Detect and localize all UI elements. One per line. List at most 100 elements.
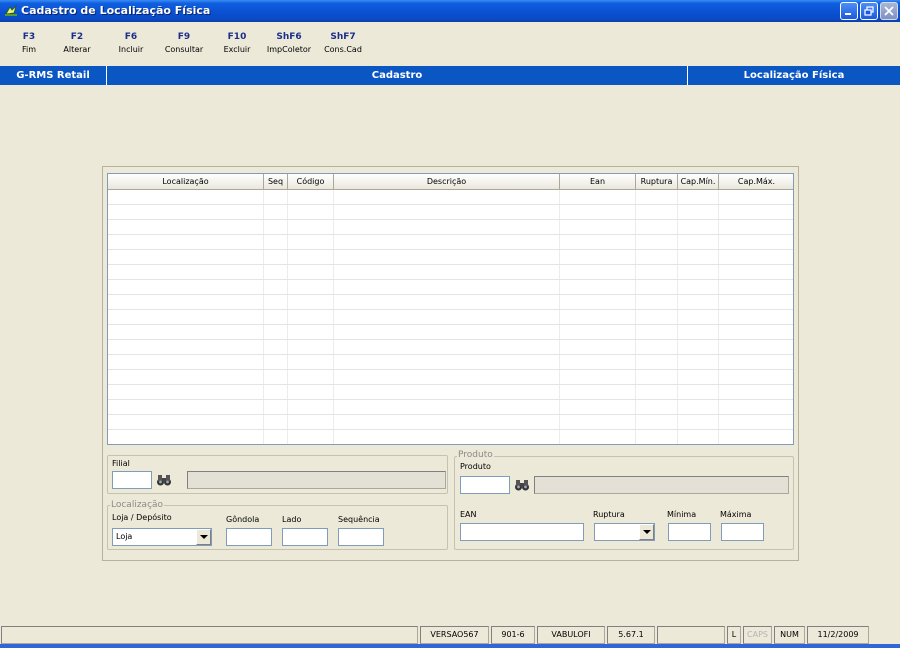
ean-label: EAN [460, 510, 477, 519]
toolbar-key: F9 [177, 32, 191, 42]
gondola-input[interactable] [226, 528, 272, 546]
main-panel: Localização Seq Código Descrição Ean Rup… [102, 166, 799, 561]
column-header-ean[interactable]: Ean [560, 174, 636, 190]
toolbar-label: Cons.Cad [324, 45, 362, 54]
minima-input[interactable] [668, 523, 711, 541]
lado-input[interactable] [282, 528, 328, 546]
toolbar-button-alterar[interactable]: F2 Alterar [60, 31, 94, 55]
column-header-codigo[interactable]: Código [288, 174, 334, 190]
produto-input[interactable] [460, 476, 510, 494]
status-version: VERSAO567 [420, 626, 489, 644]
loja-deposito-select[interactable]: Loja [112, 528, 212, 546]
close-button[interactable] [880, 2, 898, 20]
status-caps: CAPS [743, 626, 772, 644]
table-row[interactable] [108, 265, 793, 280]
toolbar-key: F3 [22, 32, 36, 42]
column-header-seq[interactable]: Seq [264, 174, 288, 190]
sequencia-input[interactable] [338, 528, 384, 546]
sequencia-label: Sequência [338, 515, 380, 524]
table-row[interactable] [108, 325, 793, 340]
table-row[interactable] [108, 370, 793, 385]
toolbar-key: ShF6 [276, 32, 302, 42]
status-empty [657, 626, 725, 644]
column-header-ruptura[interactable]: Ruptura [636, 174, 678, 190]
column-header-cap-max[interactable]: Cap.Máx. [719, 174, 793, 190]
table-row[interactable] [108, 235, 793, 250]
restore-button[interactable] [860, 2, 878, 20]
table-row[interactable] [108, 355, 793, 370]
toolbar-key: F2 [70, 32, 84, 42]
table-row[interactable] [108, 415, 793, 430]
table-row[interactable] [108, 280, 793, 295]
window-title: Cadastro de Localização Física [21, 4, 211, 17]
restore-icon [864, 6, 874, 16]
gondola-label: Gôndola [226, 515, 260, 524]
title-bar: Cadastro de Localização Física [0, 0, 900, 22]
screen-name: Localização Física [743, 70, 845, 81]
status-user: VABULOFI [537, 626, 605, 644]
function-key-toolbar: F3 Fim F2 Alterar F6 Incluir F9 Consulta… [0, 22, 900, 66]
chevron-down-icon [643, 530, 651, 534]
toolbar-key: F10 [227, 32, 247, 42]
filial-input[interactable] [112, 471, 152, 489]
filial-description-field [187, 471, 446, 489]
toolbar-button-incluir[interactable]: F6 Incluir [114, 31, 148, 55]
toolbar-key: ShF7 [330, 32, 356, 42]
status-l: L [727, 626, 741, 644]
column-header-cap-min[interactable]: Cap.Mín. [678, 174, 719, 190]
table-row[interactable] [108, 400, 793, 415]
table-row[interactable] [108, 205, 793, 220]
toolbar-button-fim[interactable]: F3 Fim [12, 31, 46, 55]
status-message [1, 626, 418, 644]
dropdown-button[interactable] [196, 529, 211, 545]
toolbar-button-excluir[interactable]: F10 Excluir [218, 31, 256, 55]
minimize-button[interactable] [840, 2, 858, 20]
table-row[interactable] [108, 190, 793, 205]
loja-deposito-value: Loja [116, 532, 133, 541]
minima-label: Mínima [667, 510, 697, 519]
table-row[interactable] [108, 220, 793, 235]
table-row[interactable] [108, 295, 793, 310]
table-row[interactable] [108, 430, 793, 444]
lado-label: Lado [282, 515, 302, 524]
column-header-localizacao[interactable]: Localização [108, 174, 264, 190]
minimize-icon [845, 13, 851, 15]
filial-search-binoculars-icon[interactable] [155, 471, 173, 489]
ruptura-select[interactable] [594, 523, 655, 541]
section-name: Cadastro [371, 70, 423, 81]
maxima-input[interactable] [721, 523, 764, 541]
status-date: 11/2/2009 [807, 626, 869, 644]
toolbar-label: Alterar [63, 45, 91, 54]
taskbar-edge [0, 644, 900, 648]
toolbar-label: ImpColetor [266, 45, 312, 54]
chevron-down-icon [200, 535, 208, 539]
status-code: 901-6 [491, 626, 535, 644]
ean-input[interactable] [460, 523, 584, 541]
produto-legend: Produto [457, 450, 494, 460]
toolbar-label: Consultar [164, 45, 204, 54]
close-icon [884, 6, 894, 16]
toolbar-key: F6 [124, 32, 138, 42]
maxima-label: Máxima [720, 510, 752, 519]
app-name: G-RMS Retail [16, 70, 90, 81]
produto-description-field [534, 476, 789, 494]
produto-search-binoculars-icon[interactable] [513, 476, 531, 494]
header-band: G-RMS Retail Cadastro Localização Física [0, 66, 900, 85]
toolbar-button-consultar[interactable]: F9 Consultar [160, 31, 208, 55]
localizacao-legend: Localização [110, 500, 165, 510]
table-row[interactable] [108, 340, 793, 355]
toolbar-label: Excluir [223, 45, 251, 54]
toolbar-label: Fim [21, 45, 37, 54]
dropdown-button[interactable] [639, 524, 654, 540]
table-row[interactable] [108, 310, 793, 325]
loja-deposito-label: Loja / Depósito [112, 513, 172, 522]
toolbar-button-conscad[interactable]: ShF7 Cons.Cad [318, 31, 368, 55]
column-header-descricao[interactable]: Descrição [334, 174, 560, 190]
location-grid[interactable]: Localização Seq Código Descrição Ean Rup… [107, 173, 794, 445]
toolbar-label: Incluir [118, 45, 144, 54]
table-row[interactable] [108, 385, 793, 400]
filial-label: Filial [112, 459, 130, 468]
ruptura-label: Ruptura [593, 510, 625, 519]
table-row[interactable] [108, 250, 793, 265]
toolbar-button-impcoletor[interactable]: ShF6 ImpColetor [263, 31, 315, 55]
